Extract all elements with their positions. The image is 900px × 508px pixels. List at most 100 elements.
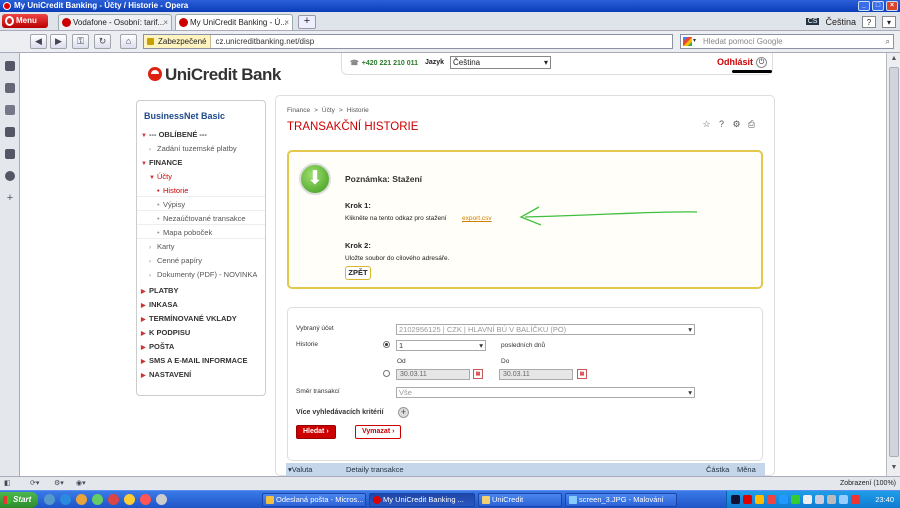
quicklaunch-tool-icon[interactable] bbox=[156, 494, 167, 505]
reload-icon[interactable]: ↻ bbox=[94, 34, 111, 49]
nav-item-branch-map[interactable]: • Mapa poboček bbox=[137, 226, 265, 239]
task-outlook[interactable]: Odeslaná pošta - Micros... bbox=[262, 493, 366, 507]
logout-link[interactable]: Odhlásit bbox=[717, 57, 753, 67]
bookmarks-panel-icon[interactable] bbox=[5, 61, 15, 71]
help-icon[interactable]: ? bbox=[862, 15, 876, 28]
nav-item-mail[interactable]: ▶ POŠTA bbox=[137, 340, 265, 353]
radio-date-range[interactable] bbox=[383, 370, 390, 377]
nav-item-settings[interactable]: ▶ NASTAVENÍ bbox=[137, 368, 265, 381]
scroll-down-icon[interactable]: ▼ bbox=[889, 464, 899, 474]
unite-icon[interactable]: ◉▾ bbox=[76, 477, 86, 490]
task-unicredit-folder[interactable]: UniCredit bbox=[478, 493, 562, 507]
vertical-scrollbar[interactable]: ▲ ▼ bbox=[886, 53, 900, 476]
opera-menu-button[interactable]: Menu bbox=[2, 14, 48, 28]
forward-icon[interactable]: ▶ bbox=[50, 34, 67, 49]
quicklaunch-opera-icon[interactable] bbox=[140, 494, 151, 505]
history-panel-icon[interactable] bbox=[5, 171, 15, 181]
more-criteria-label[interactable]: Více vyhledávacích kritérií bbox=[296, 409, 384, 416]
quicklaunch-desktop-icon[interactable] bbox=[44, 494, 55, 505]
url-text[interactable]: cz.unicreditbanking.net/disp bbox=[211, 37, 314, 46]
to-date-input[interactable]: 30.03.11 bbox=[499, 369, 573, 380]
star-icon[interactable]: ☆ bbox=[701, 119, 712, 130]
search-button[interactable]: Hledat › bbox=[296, 425, 336, 439]
language-select[interactable]: Čeština bbox=[450, 56, 551, 69]
nav-item-history[interactable]: • Historie bbox=[137, 184, 265, 197]
home-icon[interactable]: ⌂ bbox=[120, 34, 137, 49]
nav-item-domestic-payment[interactable]: › Zadání tuzemské platby bbox=[137, 142, 265, 155]
account-select[interactable]: 2102956125 | CZK | HLAVNÍ BÚ V BALÍČKU (… bbox=[396, 324, 695, 335]
tray-icon[interactable] bbox=[827, 495, 836, 504]
tray-network-icon[interactable] bbox=[815, 495, 824, 504]
mail-panel-icon[interactable] bbox=[5, 83, 15, 93]
maximize-button[interactable]: □ bbox=[872, 1, 884, 11]
tray-security-icon[interactable] bbox=[851, 495, 860, 504]
help-circle-icon[interactable]: ? bbox=[716, 119, 727, 130]
toolbar-options-icon[interactable]: ▾ bbox=[882, 15, 896, 28]
nav-item-finance[interactable]: ▼ FINANCE bbox=[137, 156, 265, 169]
nav-item-unposted[interactable]: • Nezaúčtované transakce bbox=[137, 212, 265, 225]
tab-unicredit[interactable]: My UniCredit Banking - Ú... × bbox=[175, 14, 293, 30]
close-tab-icon[interactable]: × bbox=[163, 15, 168, 30]
quicklaunch-messenger-icon[interactable] bbox=[92, 494, 103, 505]
from-date-input[interactable]: 30.03.11 bbox=[396, 369, 470, 380]
radio-last-days[interactable] bbox=[383, 341, 390, 348]
power-icon[interactable]: ⏻ bbox=[756, 57, 767, 68]
tray-volume-icon[interactable] bbox=[839, 495, 848, 504]
nav-item-to-sign[interactable]: ▶ K PODPISU bbox=[137, 326, 265, 339]
days-select[interactable]: 1 bbox=[396, 340, 486, 351]
turbo-icon[interactable]: ⚙▾ bbox=[54, 477, 64, 490]
address-bar[interactable]: Zabezpečené cz.unicreditbanking.net/disp bbox=[143, 34, 673, 49]
minimize-button[interactable]: _ bbox=[858, 1, 870, 11]
print-icon[interactable]: ⎙ bbox=[746, 119, 757, 130]
nav-item-documents[interactable]: › Dokumenty (PDF) - NOVINKA bbox=[137, 268, 265, 281]
nav-item-securities[interactable]: › Cenné papíry bbox=[137, 254, 265, 267]
key-icon[interactable]: ⚿ bbox=[72, 34, 89, 49]
quicklaunch-icq-icon[interactable] bbox=[124, 494, 135, 505]
back-icon[interactable]: ◀ bbox=[30, 34, 47, 49]
tray-opera-icon[interactable] bbox=[743, 495, 752, 504]
close-window-button[interactable]: × bbox=[886, 1, 898, 11]
scroll-thumb[interactable] bbox=[889, 67, 899, 457]
nav-item-favorites[interactable]: ▼ --- OBLÍBENÉ --- bbox=[137, 128, 265, 141]
calendar-icon[interactable]: ▦ bbox=[473, 369, 483, 379]
quicklaunch-firefox-icon[interactable] bbox=[76, 494, 87, 505]
tray-icon[interactable] bbox=[767, 495, 776, 504]
nav-item-statements[interactable]: • Výpisy bbox=[137, 198, 265, 211]
add-panel-icon[interactable]: + bbox=[5, 193, 15, 204]
downloads-panel-icon[interactable] bbox=[5, 149, 15, 159]
close-tab-icon[interactable]: × bbox=[284, 15, 289, 30]
tray-icon[interactable] bbox=[755, 495, 764, 504]
export-csv-link[interactable]: export.csv bbox=[462, 215, 492, 222]
nav-item-payments[interactable]: ▶ PLATBY bbox=[137, 284, 265, 297]
unicredit-logo[interactable]: UniCredit Bank bbox=[148, 65, 281, 85]
back-button[interactable]: ZPĚT bbox=[345, 266, 371, 280]
quicklaunch-ie-icon[interactable] bbox=[60, 494, 71, 505]
tab-vodafone[interactable]: Vodafone - Osobní: tarif... × bbox=[58, 14, 172, 30]
direction-select[interactable]: Vše bbox=[396, 387, 695, 398]
settings-icon[interactable]: ⚙ bbox=[731, 119, 742, 130]
security-badge[interactable]: Zabezpečené bbox=[144, 35, 212, 48]
task-opera[interactable]: My UniCredit Banking ... bbox=[369, 493, 475, 507]
task-paint[interactable]: screen_3.JPG - Malování bbox=[565, 493, 677, 507]
language-label[interactable]: Čeština bbox=[825, 17, 856, 27]
col-value-date[interactable]: ▾ Valuta bbox=[288, 463, 312, 476]
sync-icon[interactable]: ⟳▾ bbox=[30, 477, 39, 490]
breadcrumb-finance[interactable]: Finance bbox=[287, 107, 310, 114]
search-icon[interactable]: ⌕ bbox=[886, 35, 890, 48]
tray-icon[interactable] bbox=[779, 495, 788, 504]
start-button[interactable]: Start bbox=[0, 492, 38, 508]
expand-criteria-icon[interactable]: + bbox=[398, 407, 409, 418]
scroll-up-icon[interactable]: ▲ bbox=[889, 55, 899, 65]
zoom-level[interactable]: Zobrazení (100%) bbox=[840, 477, 896, 490]
search-engine-dropdown-icon[interactable]: ▾ bbox=[693, 35, 696, 48]
breadcrumb-accounts[interactable]: Účty bbox=[322, 107, 335, 114]
notes-panel-icon[interactable] bbox=[5, 127, 15, 137]
tray-icon[interactable] bbox=[731, 495, 740, 504]
panel-toggle-icon[interactable]: ◧ bbox=[4, 477, 11, 490]
calendar-icon[interactable]: ▦ bbox=[577, 369, 587, 379]
nav-item-term-deposits[interactable]: ▶ TERMÍNOVANÉ VKLADY bbox=[137, 312, 265, 325]
clear-button[interactable]: Vymazat › bbox=[355, 425, 402, 439]
tray-icon[interactable] bbox=[791, 495, 800, 504]
contacts-panel-icon[interactable] bbox=[5, 105, 15, 115]
new-tab-button[interactable]: + bbox=[298, 15, 316, 29]
